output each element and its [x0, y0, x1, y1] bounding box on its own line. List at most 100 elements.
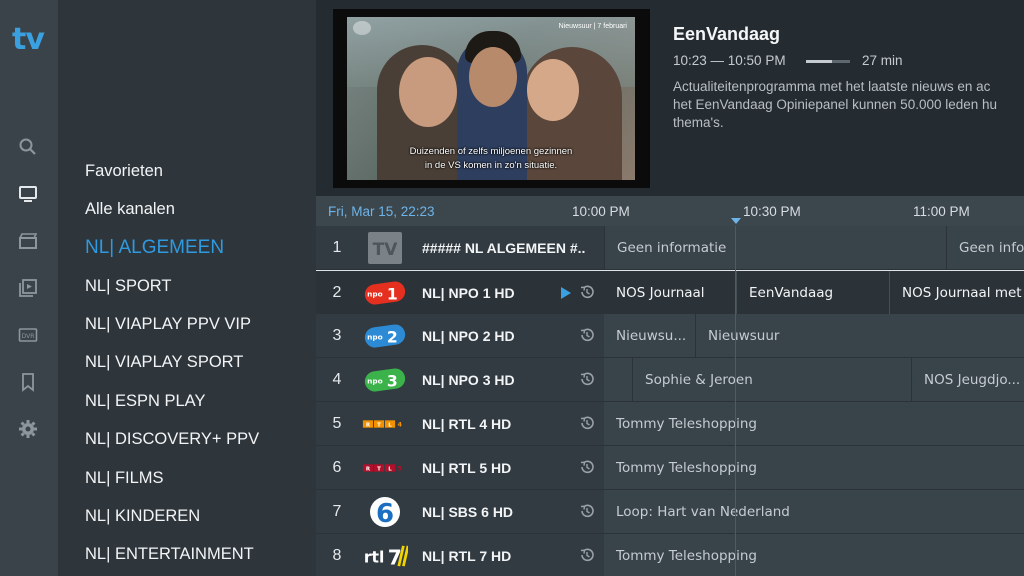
bookmark-icon[interactable]	[17, 371, 39, 393]
now-playing-icon	[561, 287, 571, 299]
channel-row[interactable]: 8 rtl 7 NL| RTL 7 HD Tommy Teleshopping	[316, 534, 1024, 576]
channel-number: 3	[332, 327, 342, 344]
program-cell[interactable]	[604, 358, 632, 401]
timeline-hour: 11:00 PM	[913, 204, 970, 219]
program-title: EenVandaag	[673, 24, 781, 44]
dvr-icon[interactable]: DVR	[17, 324, 39, 346]
category-nl-kinderen[interactable]: NL| KINDEREN	[85, 507, 200, 526]
subtitle-line-1: Duizenden of zelfs miljoenen gezinnen	[409, 146, 573, 157]
series-icon[interactable]	[17, 277, 39, 299]
channel-number: 2	[332, 284, 342, 301]
channel-name: ##### NL ALGEMEEN #..	[422, 240, 586, 256]
program-cell[interactable]: Tommy Teleshopping	[604, 446, 1024, 489]
current-time-marker	[731, 218, 741, 224]
dvr-label: DVR	[22, 333, 35, 340]
svg-text:npo: npo	[367, 377, 383, 386]
movies-icon[interactable]	[17, 230, 39, 252]
channel-row[interactable]: 7 6 NL| SBS 6 HD Loop: Hart van Nederlan…	[316, 490, 1024, 533]
svg-text:3: 3	[387, 371, 398, 390]
category-list: Favorieten Alle kanalen NL| ALGEMEEN NL|…	[58, 0, 316, 576]
catchup-history-icon[interactable]	[579, 415, 595, 431]
category-nl-viaplay-ppv-vip[interactable]: NL| VIAPLAY PPV VIP	[85, 315, 251, 334]
gear-icon[interactable]	[17, 418, 39, 440]
tv-icon[interactable]	[17, 183, 39, 205]
program-cell[interactable]: Loop: Hart van Nederland	[604, 490, 1024, 533]
channel-row[interactable]: 3 npo 2 NL| NPO 2 HD Nieuwsu... Nieuwsuur	[316, 314, 1024, 357]
category-nl-viaplay-sport[interactable]: NL| VIAPLAY SPORT	[85, 353, 243, 372]
program-cell-current[interactable]: EenVandaag	[736, 271, 889, 314]
svg-text:L: L	[388, 467, 392, 473]
channel-number: 7	[332, 503, 342, 520]
catchup-history-icon[interactable]	[579, 547, 595, 563]
sbs6-logo: 6	[362, 497, 408, 529]
program-cell[interactable]: NOS Journaal	[604, 271, 736, 314]
channel-row[interactable]: 1 TV ##### NL ALGEMEEN #.. Geen informat…	[316, 226, 1024, 269]
app-logo: tv	[12, 22, 45, 57]
category-nl-espn-play[interactable]: NL| ESPN PLAY	[85, 392, 205, 411]
category-nl-discovery-ppv[interactable]: NL| DISCOVERY+ PPV	[85, 430, 259, 449]
svg-text:T: T	[377, 467, 381, 473]
program-duration: 27 min	[862, 53, 903, 68]
npo2-logo: npo 2	[362, 321, 408, 351]
category-nl-films[interactable]: NL| FILMS	[85, 469, 164, 488]
svg-text:4: 4	[397, 421, 402, 429]
channel-name: NL| SBS 6 HD	[422, 504, 514, 520]
channel-name: NL| NPO 3 HD	[422, 372, 515, 388]
description-line-2: het EenVandaag Opiniepanel kunnen 50.000…	[673, 97, 998, 112]
channel-name: NL| RTL 5 HD	[422, 460, 512, 476]
broadcaster-watermark-icon	[353, 21, 371, 35]
svg-text:TV: TV	[373, 240, 399, 260]
svg-text:R: R	[366, 467, 371, 473]
channel-row[interactable]: 4 npo 3 NL| NPO 3 HD Sophie & Jeroen NOS …	[316, 358, 1024, 401]
program-cell[interactable]: Nieuwsu...	[604, 314, 695, 357]
program-progress-bar	[806, 60, 850, 63]
program-cell[interactable]: Tommy Teleshopping	[604, 402, 1024, 445]
description-line-1: Actualiteitenprogramma met het laatste n…	[673, 79, 991, 94]
current-time-line	[735, 226, 736, 576]
program-cell[interactable]: Sophie & Jeroen	[632, 358, 911, 401]
channel-row-selected[interactable]: 2 npo 1 NL| NPO 1 HD NOS Journaal EenVand…	[316, 270, 1024, 314]
channel-row[interactable]: 6 RT L5 NL| RTL 5 HD Tommy Teleshopping	[316, 446, 1024, 489]
channel-name: NL| NPO 1 HD	[422, 285, 515, 301]
svg-text:T: T	[377, 423, 381, 429]
program-cell[interactable]: Tommy Teleshopping	[604, 534, 1024, 576]
video-player[interactable]: Nieuwsuur | 7 februari Duizenden of zelf…	[333, 9, 650, 188]
channel-number: 1	[332, 239, 342, 256]
preview-panel: Nieuwsuur | 7 februari Duizenden of zelf…	[316, 0, 1024, 196]
description-line-3: thema's.	[673, 115, 724, 130]
svg-text:5: 5	[397, 465, 402, 473]
video-frame-image: Nieuwsuur | 7 februari Duizenden of zelf…	[347, 17, 635, 180]
catchup-history-icon[interactable]	[579, 327, 595, 343]
npo1-logo: npo 1	[362, 278, 408, 308]
svg-text:6: 6	[376, 499, 394, 529]
category-nl-sport[interactable]: NL| SPORT	[85, 277, 172, 296]
channel-name: NL| NPO 2 HD	[422, 328, 515, 344]
nav-rail: tv DVR	[0, 0, 58, 576]
program-cell[interactable]: Geen informatie	[604, 226, 946, 269]
timeline-hour: 10:30 PM	[743, 204, 801, 219]
catchup-history-icon[interactable]	[579, 371, 595, 387]
search-icon[interactable]	[17, 136, 39, 158]
program-cell[interactable]: Geen infor	[946, 226, 1024, 269]
category-all-channels[interactable]: Alle kanalen	[85, 200, 175, 219]
program-description: Actualiteitenprogramma met het laatste n…	[673, 78, 1024, 132]
channel-number: 4	[332, 371, 342, 388]
channel-number: 5	[332, 415, 342, 432]
rtl5-logo: RT L5	[362, 453, 408, 483]
category-favorites[interactable]: Favorieten	[85, 162, 163, 181]
program-time: 10:23 — 10:50 PM	[673, 53, 786, 68]
svg-text:L: L	[388, 423, 392, 429]
program-cell[interactable]: NOS Jeugdjo...	[911, 358, 1024, 401]
video-tag: Nieuwsuur | 7 februari	[558, 23, 627, 30]
channel-row[interactable]: 5 RT L4 NL| RTL 4 HD Tommy Teleshopping	[316, 402, 1024, 445]
subtitle-line-2: in de VS komen in zo'n situatie.	[424, 160, 558, 171]
category-nl-entertainment[interactable]: NL| ENTERTAINMENT	[85, 545, 254, 564]
catchup-history-icon[interactable]	[579, 284, 595, 300]
program-cell[interactable]: Nieuwsuur	[695, 314, 1024, 357]
category-nl-algemeen[interactable]: NL| ALGEMEEN	[85, 237, 224, 259]
svg-text:rtl: rtl	[364, 547, 385, 566]
timeline-date: Fri, Mar 15, 22:23	[328, 204, 435, 219]
catchup-history-icon[interactable]	[579, 503, 595, 519]
program-cell[interactable]: NOS Journaal met g	[889, 271, 1024, 314]
catchup-history-icon[interactable]	[579, 459, 595, 475]
